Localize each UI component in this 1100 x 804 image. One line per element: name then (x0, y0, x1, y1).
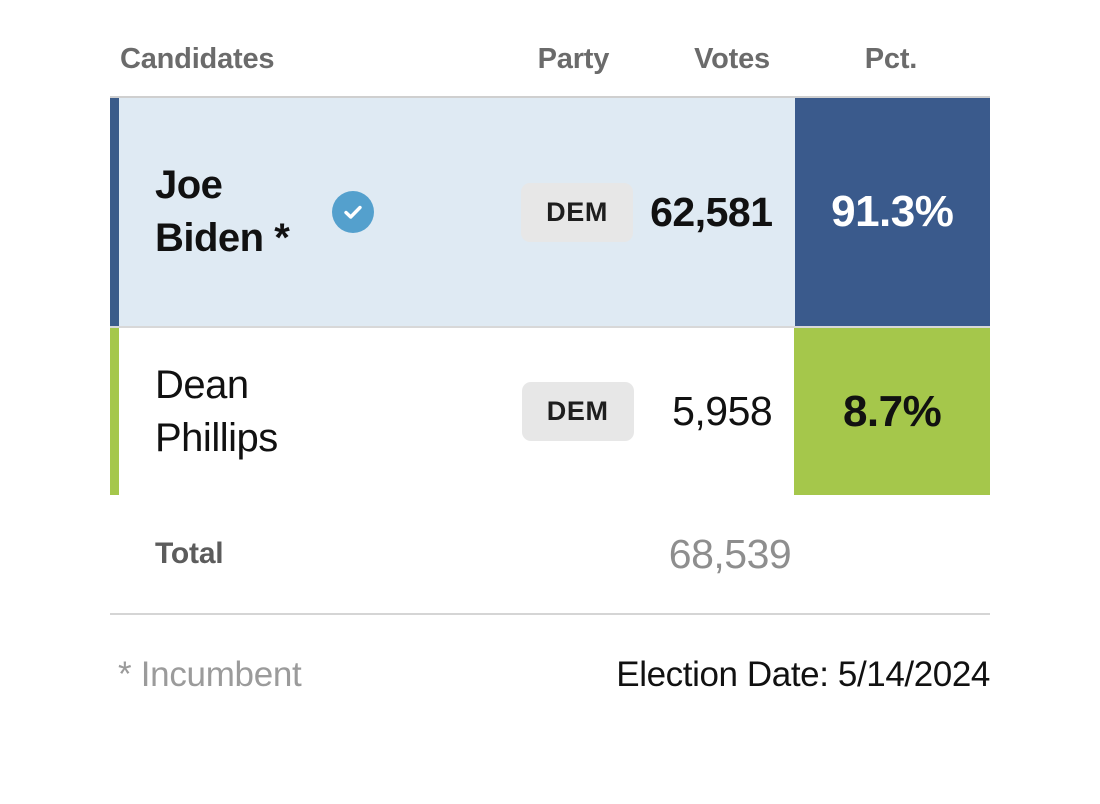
row-accent-bar (110, 328, 119, 495)
votes-value: 62,581 (650, 188, 773, 235)
votes-value: 5,958 (672, 388, 773, 434)
votes-cell: 5,958 (672, 328, 794, 495)
row-accent-bar (110, 98, 119, 326)
pct-value: 91.3% (794, 98, 990, 326)
party-badge: DEM (521, 182, 633, 242)
total-label: Total (155, 537, 224, 570)
candidate-cell: Dean Phillips (119, 328, 489, 495)
candidate-cell: Joe Biden * (119, 98, 489, 326)
pct-cell: 91.3% (794, 98, 990, 326)
votes-cell: 62,581 (650, 98, 794, 326)
winner-check-icon (332, 191, 374, 233)
pct-value: 8.7% (794, 328, 990, 495)
incumbent-note: * Incumbent (118, 655, 302, 694)
candidate-name: Dean Phillips (155, 362, 278, 460)
candidate-name: Joe Biden * (155, 163, 290, 260)
party-cell: DEM (489, 98, 672, 326)
column-header-votes: Votes (694, 43, 770, 75)
pct-cell: 8.7% (794, 328, 990, 495)
total-votes-value: 68,539 (668, 530, 792, 577)
table-row[interactable]: Dean Phillips DEM 5,958 8.7% (110, 326, 990, 495)
party-cell: DEM (489, 328, 672, 495)
table-footer: * Incumbent Election Date: 5/14/2024 (110, 615, 990, 735)
column-header-party: Party (537, 43, 610, 75)
column-header-pct: Pct. (864, 43, 918, 75)
election-date: Election Date: 5/14/2024 (616, 655, 990, 694)
total-row: Total 68,539 (110, 495, 990, 613)
table-header-row: Candidates Party Votes Pct. (110, 0, 990, 96)
table-row[interactable]: Joe Biden * DEM 62,581 91.3% (110, 96, 990, 326)
election-results-table: Candidates Party Votes Pct. Joe Biden * … (110, 0, 990, 735)
election-results-widget: Candidates Party Votes Pct. Joe Biden * … (0, 0, 1100, 804)
party-badge: DEM (521, 382, 634, 441)
column-header-candidates: Candidates (120, 43, 275, 75)
